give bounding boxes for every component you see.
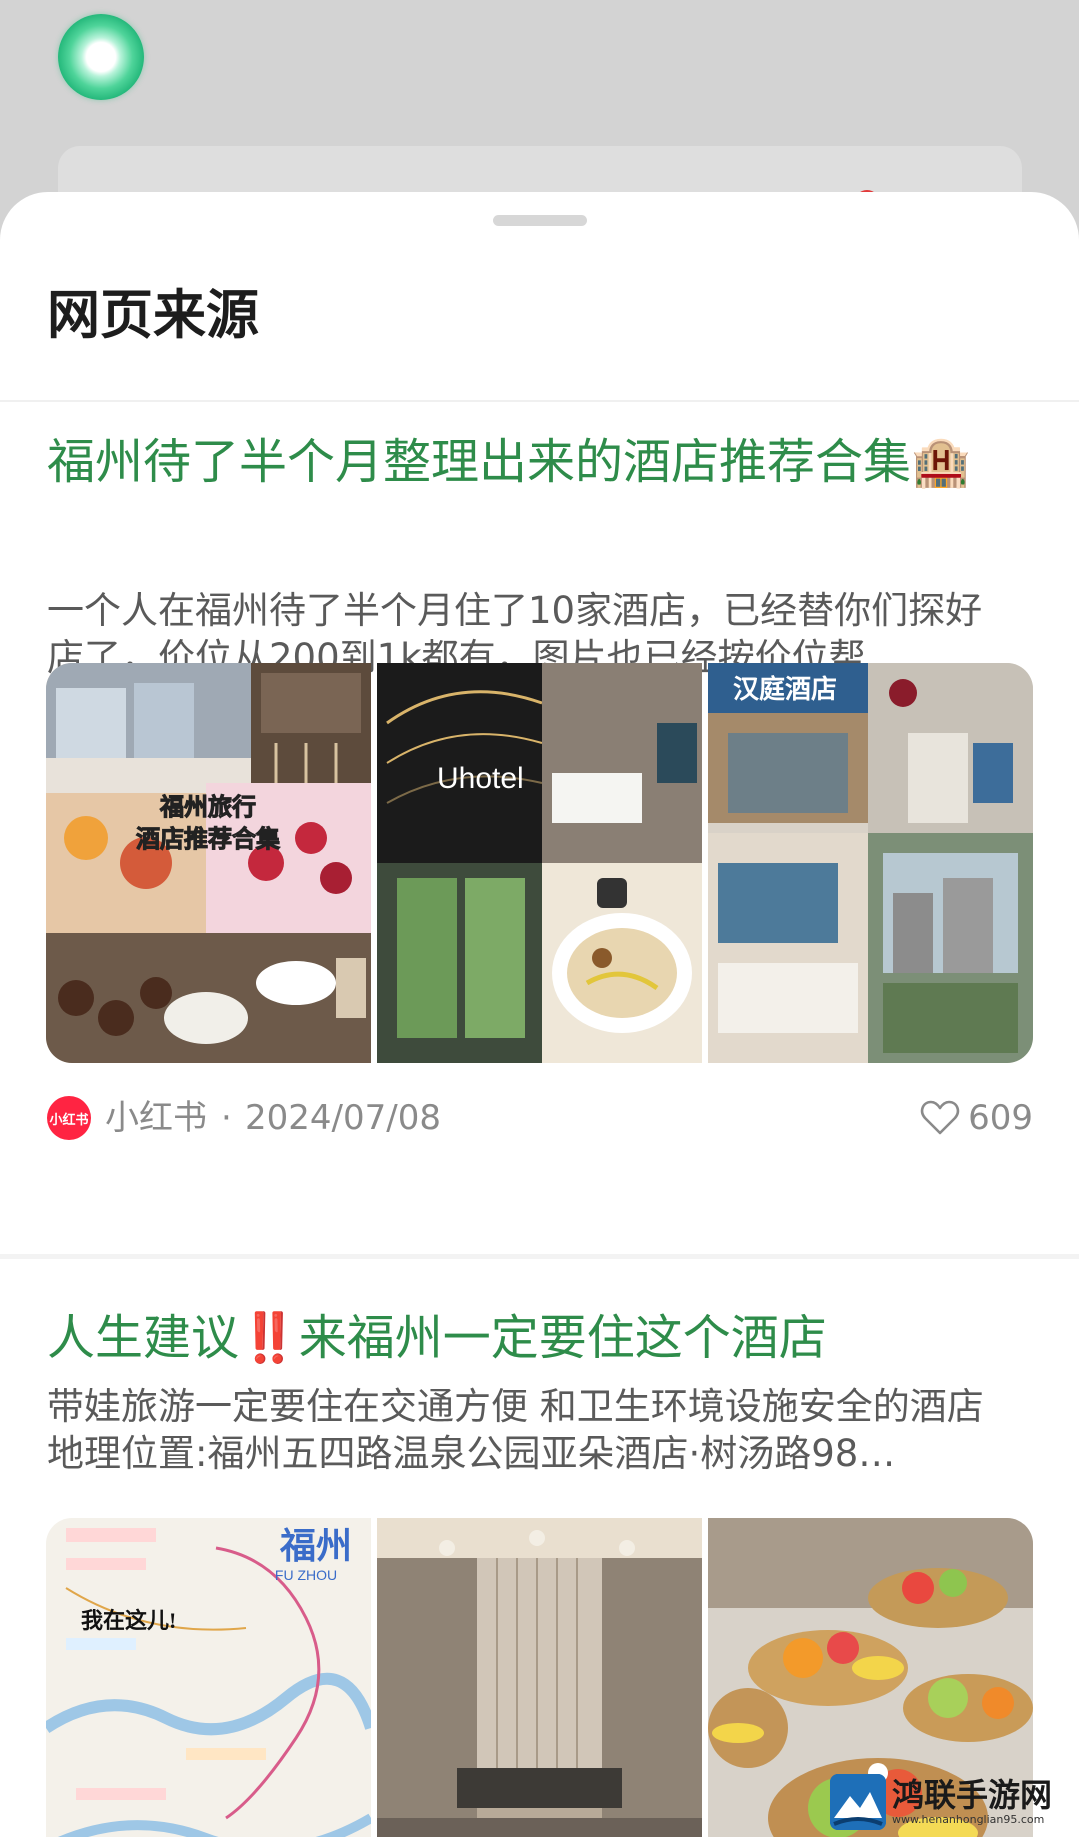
heart-icon (920, 1100, 960, 1135)
source-separator: · (221, 1098, 232, 1138)
assistant-orb-icon[interactable] (58, 14, 144, 100)
source-date: 2024/07/08 (245, 1098, 441, 1138)
result-thumbnail[interactable]: 福州旅行 酒店推荐合集 (46, 663, 371, 1063)
web-sources-sheet: 网页来源 福州待了半个月整理出来的酒店推荐合集🏨 一个人在福州待了半个月住了10… (0, 192, 1079, 1837)
map-caption-sub: FU ZHOU (275, 1567, 337, 1583)
like-counter: 609 (920, 1098, 1033, 1138)
thumbnail-caption-line2: 酒店推荐合集 (136, 825, 281, 853)
watermark-url: www.henanhonglian95.com (892, 1813, 1045, 1826)
result-thumbnail[interactable]: Uhotel (377, 663, 702, 1063)
thumbnail-caption-line1: 福州旅行 (159, 793, 256, 821)
map-caption: 福州 (279, 1526, 352, 1566)
result-thumbnail[interactable] (377, 1518, 702, 1837)
drag-handle[interactable] (493, 215, 587, 226)
result-thumbnail[interactable]: 汉庭酒店 (708, 663, 1033, 1063)
thumbnail-hotel-sign: Uhotel (437, 762, 524, 795)
sheet-title: 网页来源 (47, 285, 259, 346)
result-title[interactable]: 人生建议‼️来福州一定要住这个酒店 (47, 1304, 1037, 1372)
source-name[interactable]: 小红书 (105, 1100, 207, 1136)
like-count: 609 (968, 1098, 1033, 1138)
watermark-title: 鸿联手游网 (892, 1776, 1053, 1814)
site-watermark: 鸿联手游网 www.henanhonglian95.com (830, 1772, 1070, 1832)
result-thumbnail[interactable]: 福州 FU ZHOU 我在这儿! (46, 1518, 371, 1837)
thumbnail-hotel-sign: 汉庭酒店 (733, 674, 837, 704)
header-divider (0, 400, 1079, 402)
result-source-row: 小红书 小红书 · 2024/07/08 609 (47, 1094, 1033, 1142)
result-thumbnail-row[interactable]: 福州旅行 酒店推荐合集 Uhotel 汉庭酒店 (46, 663, 1033, 1063)
map-label: 我在这儿! (81, 1608, 176, 1633)
result-title[interactable]: 福州待了半个月整理出来的酒店推荐合集🏨 (47, 428, 1037, 496)
watermark-logo-icon (830, 1774, 886, 1830)
search-result-card[interactable]: 福州待了半个月整理出来的酒店推荐合集🏨 一个人在福州待了半个月住了10家酒店，已… (0, 428, 1079, 1140)
section-divider (0, 1254, 1079, 1259)
xiaohongshu-logo-icon: 小红书 (47, 1096, 91, 1140)
